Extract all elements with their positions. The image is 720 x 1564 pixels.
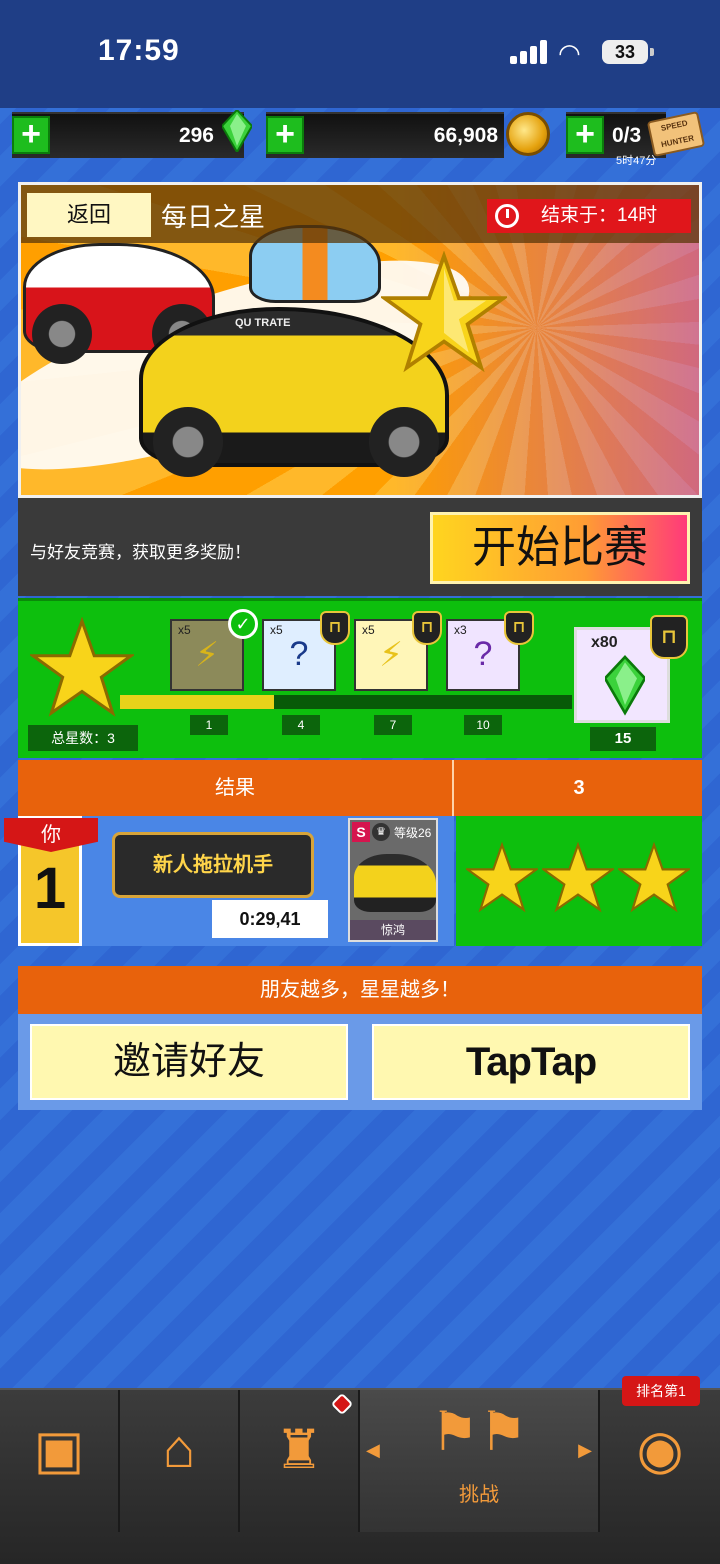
- nav-profile[interactable]: ◉: [600, 1390, 720, 1532]
- total-stars-label: 总星数：3: [28, 725, 138, 751]
- reward-multiplier: x80: [591, 634, 618, 651]
- tickets-value: 0/3: [612, 124, 642, 147]
- lock-icon: ⊓: [320, 611, 350, 645]
- coin-icon: [506, 112, 550, 156]
- results-row: 1 你 新人拖拉机手 0:29,41 S ♛ 等级26 惊鸿: [4, 816, 702, 946]
- invite-friends-button[interactable]: 邀请好友: [30, 1024, 348, 1100]
- lock-icon: ⊓: [650, 615, 688, 659]
- car-class-badge: S: [352, 822, 370, 842]
- event-title: 每日之星: [161, 202, 266, 232]
- green-gem-icon: [605, 655, 645, 716]
- crown-icon: ♛: [372, 823, 390, 841]
- lock-icon: ⊓: [412, 611, 442, 645]
- back-button[interactable]: 返回: [27, 193, 151, 237]
- star-icon: [466, 842, 538, 913]
- car-card[interactable]: S ♛ 等级26 惊鸿: [348, 818, 438, 942]
- results-stars-count: 3: [573, 777, 585, 799]
- add-gems-button[interactable]: +: [12, 116, 50, 154]
- battery-icon: 33: [602, 40, 654, 64]
- nav-garage[interactable]: ⌂: [120, 1390, 240, 1532]
- trophy-icon: ♜: [274, 1420, 324, 1480]
- gem-icon: [222, 110, 252, 152]
- star-rewards-track: 总星数：3 x5 ⚡ ✓ 1 x5 ? ⊓ 4 x5 ⚡ ⊓ 7 x3 ? ⊓ …: [18, 598, 702, 758]
- coins-value: 66,908: [433, 124, 498, 147]
- player-result: 1 你 新人拖拉机手 0:29,41 S ♛ 等级26 惊鸿: [4, 816, 454, 946]
- coins-counter: + 66,908: [266, 112, 504, 158]
- gems-value: 296: [178, 124, 214, 147]
- reward-threshold: 1: [190, 715, 228, 735]
- helmet-icon: ◉: [636, 1420, 684, 1480]
- nav-right-arrow-icon[interactable]: ▶: [578, 1440, 592, 1461]
- bottom-nav: ▣ ⌂ ♜ ◀ ⚑⚑ 挑战 ▶ ◉: [0, 1388, 720, 1564]
- add-tickets-button[interactable]: +: [566, 116, 604, 154]
- shop-box-icon: ▣: [33, 1420, 85, 1480]
- start-race-bar: 与好友竞赛，获取更多奖励！ 开始比赛: [18, 498, 702, 596]
- player-rank: 1: [33, 856, 67, 921]
- player-name-plate[interactable]: 新人拖拉机手: [112, 832, 314, 898]
- star-icon: [381, 251, 507, 373]
- status-time: 17:59: [98, 34, 180, 67]
- start-race-button[interactable]: 开始比赛: [430, 512, 690, 584]
- nav-challenge-label: 挑战: [459, 1484, 499, 1506]
- event-header: 返回 每日之星 结束于：14时: [21, 185, 699, 243]
- race-time: 0:29,41: [212, 900, 328, 938]
- friends-actions: 邀请好友 TapTap: [18, 1014, 702, 1110]
- results-header: 结果 3: [18, 760, 702, 816]
- wifi-icon: ◠: [558, 38, 581, 68]
- reward-threshold: 7: [374, 715, 412, 735]
- car-name: 惊鸿: [350, 920, 436, 940]
- total-stars-icon: [30, 617, 134, 717]
- earned-stars: [456, 816, 702, 946]
- reward-progress-fill: [120, 695, 274, 709]
- reward-progress-bar: [120, 695, 572, 709]
- cellular-signal-icon: [510, 40, 550, 64]
- car-thumbnail: [354, 854, 436, 912]
- garage-car-icon: ⌂: [162, 1419, 196, 1479]
- clock-icon: [495, 204, 519, 228]
- event-ends-label: 结束于：14时: [541, 205, 658, 226]
- star-icon: [542, 842, 614, 913]
- lock-icon: ⊓: [504, 611, 534, 645]
- cta-text: 与好友竞赛，获取更多奖励！: [30, 543, 251, 562]
- reward-threshold: 15: [590, 727, 656, 751]
- car-roof-text: QU TRATE: [235, 317, 291, 329]
- checkered-flags-icon: ⚑⚑: [430, 1402, 528, 1462]
- reward-threshold: 4: [282, 715, 320, 735]
- star-icon: [618, 842, 690, 913]
- nav-challenge[interactable]: ◀ ⚑⚑ 挑战 ▶: [360, 1390, 600, 1532]
- add-coins-button[interactable]: +: [266, 116, 304, 154]
- reward-threshold: 10: [464, 715, 502, 735]
- nav-shop[interactable]: ▣: [0, 1390, 120, 1532]
- status-bar: 17:59 ◠ 33: [0, 0, 720, 108]
- car-level: 等级26: [394, 826, 432, 840]
- taptap-button[interactable]: TapTap: [372, 1024, 690, 1100]
- rank-badge: 排名第1: [622, 1376, 700, 1406]
- event-banner: QU TRATE 返回 每日之星 结束于：14时: [18, 182, 702, 498]
- event-timer-badge: 结束于：14时: [487, 199, 691, 233]
- gems-counter: + 296: [12, 112, 244, 158]
- lightning-icon: ⚡: [195, 636, 219, 674]
- ticket-timer: 5时47分: [616, 155, 657, 167]
- claimed-check-icon: ✓: [228, 609, 258, 639]
- friends-banner: 朋友越多，星星越多！: [18, 966, 702, 1014]
- results-title: 结果: [18, 760, 454, 816]
